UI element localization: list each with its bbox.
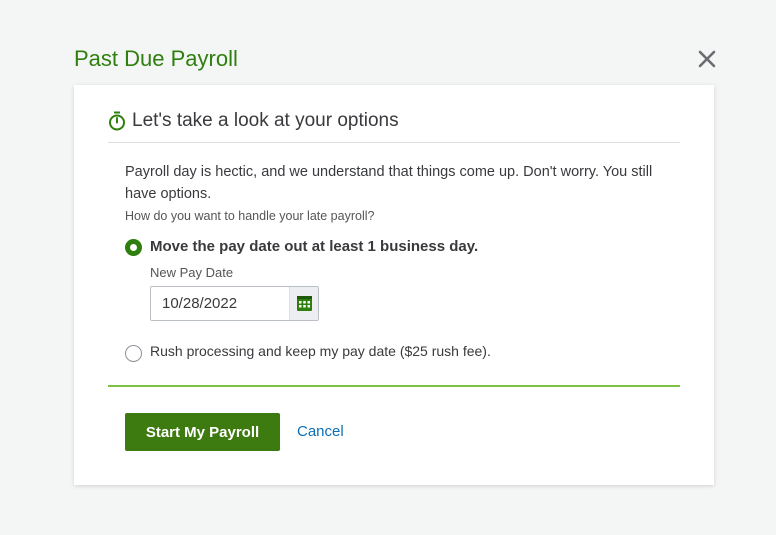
modal-header: Past Due Payroll [74,44,720,76]
stopwatch-icon [108,111,126,131]
calendar-icon [297,296,312,311]
section-title: Let's take a look at your options [132,110,399,131]
move-pay-date-label[interactable]: Move the pay date out at least 1 busines… [150,238,478,255]
new-pay-date-label: New Pay Date [150,265,234,280]
move-pay-date-radio[interactable] [125,239,142,256]
intro-text: Payroll day is hectic, and we understand… [125,164,653,202]
close-icon[interactable] [696,48,718,70]
calendar-button[interactable] [289,287,318,320]
rush-processing-radio[interactable] [125,345,142,362]
cancel-link[interactable]: Cancel [297,423,344,440]
modal-title: Past Due Payroll [74,46,238,71]
start-payroll-button[interactable]: Start My Payroll [125,413,280,451]
rush-processing-label[interactable]: Rush processing and keep my pay date ($2… [150,343,491,359]
new-pay-date-input[interactable]: 10/28/2022 [150,286,319,321]
question-text: How do you want to handle your late payr… [125,209,375,223]
divider [108,385,680,387]
new-pay-date-value[interactable]: 10/28/2022 [162,295,237,312]
options-card: Let's take a look at your options Payrol… [74,85,714,485]
section-header: Let's take a look at your options [108,109,680,143]
